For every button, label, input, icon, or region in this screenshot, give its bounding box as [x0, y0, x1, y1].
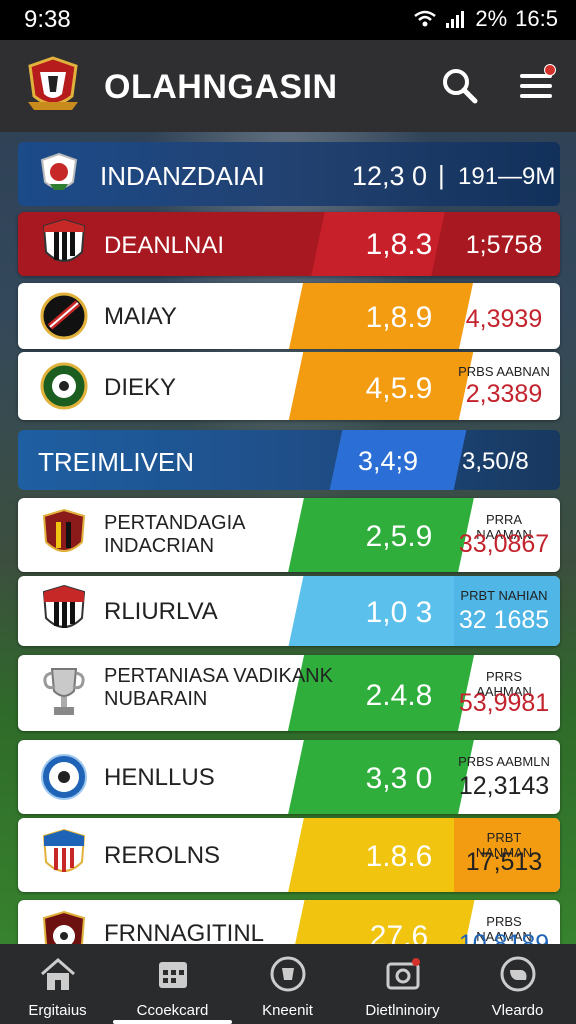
whistle-icon — [500, 956, 536, 992]
team-crest-icon — [42, 584, 86, 628]
league-odd: 12,3 0 — [352, 161, 428, 191]
league-name: INDANZDAIAI — [100, 161, 265, 191]
team-name: DEANLNAI — [104, 232, 225, 259]
team-crest-icon — [40, 292, 88, 340]
match-row[interactable]: DEANLNAI 1,8.3 1;5758 — [18, 212, 560, 276]
status-bar: 9:38 2% 16:5 — [0, 0, 576, 40]
sub-odd[interactable]: 2,3389 — [454, 380, 554, 409]
team-crest-icon — [42, 828, 86, 872]
team-odd[interactable]: 1,8.3 — [356, 228, 442, 262]
match-row[interactable]: PERTANDAGIA INDACRIAN 2,5.9 PRRA NAAMAN 3… — [18, 498, 560, 572]
team-name: REROLNS — [104, 842, 221, 869]
team-name: FRNNAGITINL — [104, 920, 265, 947]
team-crest-icon — [42, 508, 86, 552]
league-extra: 191—9M — [458, 163, 556, 190]
team-name: DIEKY — [104, 374, 177, 401]
nav-item-camera[interactable]: Dietlninoiry — [345, 950, 460, 1022]
match-row[interactable]: HENLLUS 3,3 0 PRBS AABMLN 12,3143 — [18, 740, 560, 814]
search-button[interactable] — [440, 66, 480, 106]
team-odd[interactable]: 1.8.6 — [356, 840, 442, 874]
sub-odd[interactable]: 32 1685 — [454, 606, 554, 635]
nav-item-ball[interactable]: Kneenit — [230, 950, 345, 1022]
notification-dot — [544, 64, 556, 76]
team-odd[interactable]: 2,5.9 — [356, 520, 442, 554]
league-header[interactable]: TREIMLIVEN 3,4;9 3,50/8 — [18, 430, 560, 490]
app-title: OLAHNGASIN — [104, 68, 338, 106]
team-crest-icon — [40, 362, 88, 410]
sub-odd[interactable]: 53,9981 — [454, 689, 554, 718]
signal-icon — [446, 11, 465, 28]
nav-label: Vleardo — [491, 1002, 544, 1019]
sub-label: PRBT NAHIAN — [460, 588, 548, 603]
league-header[interactable]: INDANZDAIAI 12,3 0 | 191—9M — [18, 142, 560, 206]
sub-odd[interactable]: 12,3143 — [454, 772, 554, 801]
team-name: PERTANIASA VADIKANK NUBARAIN — [104, 665, 333, 710]
trophy-icon — [43, 668, 85, 715]
calendar-icon — [159, 962, 187, 988]
bottom-navigation: Ergitaius Ccoekcard Kneenit Dietlninoiry… — [0, 944, 576, 1024]
team-crest-icon — [42, 218, 86, 262]
nav-label: Ergitaius — [28, 1002, 87, 1019]
match-row[interactable]: RLIURLVA 1,0 3 PRBT NAHIAN 32 1685 — [18, 576, 560, 646]
home-icon — [41, 958, 75, 990]
team-name: RLIURLVA — [104, 598, 218, 625]
match-row[interactable]: PERTANIASA VADIKANK NUBARAIN 2.4.8 PRRS A… — [18, 655, 560, 731]
ball-icon — [270, 956, 306, 992]
sub-odd[interactable]: 17;513 — [454, 848, 554, 877]
league-extra[interactable]: 3,50/8 — [462, 448, 529, 476]
sub-odd[interactable]: 33,0867 — [454, 530, 554, 559]
camera-icon — [386, 958, 420, 990]
team-name: MAIAY — [104, 303, 177, 330]
club-logo-icon — [28, 56, 78, 110]
ball-crest-icon — [41, 754, 87, 800]
team-odd[interactable]: 4,5.9 — [356, 372, 442, 406]
sub-odd[interactable]: 1;5758 — [454, 231, 554, 260]
team-name: PERTANDAGIA INDACRIAN — [104, 512, 246, 557]
match-row[interactable]: MAIAY 1,8.9 4,3939 — [18, 283, 560, 349]
separator: | — [438, 160, 445, 190]
team-odd[interactable]: 2.4.8 — [356, 679, 442, 713]
clock-text: 16:5 — [515, 6, 558, 31]
wifi-icon — [414, 10, 437, 27]
team-odd[interactable]: 3,3 0 — [356, 762, 442, 796]
nav-item-whistle[interactable]: Vleardo — [460, 950, 575, 1022]
nav-label: Ccoekcard — [136, 1002, 209, 1019]
team-name: HENLLUS — [104, 764, 215, 791]
league-odd[interactable]: 3,4;9 — [358, 446, 418, 477]
status-time: 9:38 — [24, 6, 71, 33]
sub-label: PRBS AABNAN — [458, 364, 550, 379]
league-name: TREIMLIVEN — [38, 447, 195, 477]
match-row[interactable]: REROLNS 1.8.6 PRBT NANMAN 17;513 — [18, 818, 560, 892]
nav-item-calendar[interactable]: Ccoekcard — [113, 950, 232, 1024]
nav-item-home[interactable]: Ergitaius — [0, 950, 115, 1022]
sub-label: PRBS AABMLN — [458, 754, 550, 769]
team-odd[interactable]: 1,8.9 — [356, 301, 442, 335]
team-odd[interactable]: 1,0 3 — [356, 596, 442, 630]
nav-label: Kneenit — [262, 1002, 313, 1019]
league-logo-icon — [40, 152, 78, 190]
search-icon — [443, 69, 478, 104]
sub-odd[interactable]: 4,3939 — [454, 305, 554, 334]
match-row[interactable]: DIEKY 4,5.9 PRBS AABNAN 2,3389 — [18, 352, 560, 420]
battery-text: 2% — [475, 6, 508, 31]
menu-button[interactable] — [516, 64, 556, 106]
app-bar: OLAHNGASIN — [0, 40, 576, 132]
nav-label: Dietlninoiry — [365, 1002, 440, 1019]
